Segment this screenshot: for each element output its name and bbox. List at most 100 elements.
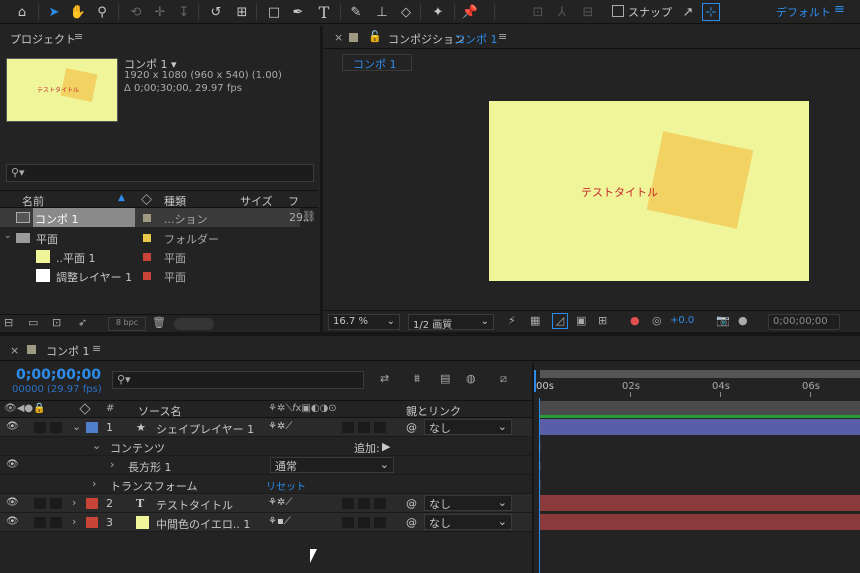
- layer-row[interactable]: 👁 › 2 T テストタイトル ⚘✲⟋ @ なし ⌄: [0, 494, 532, 513]
- project-item-folder[interactable]: ⌄ 平面 フォルダー: [0, 228, 300, 247]
- expand-chevron-icon[interactable]: ›: [110, 458, 114, 471]
- dolly-icon[interactable]: ↧: [174, 2, 194, 22]
- add-icon[interactable]: ▶: [382, 440, 390, 453]
- col-type[interactable]: 種類: [164, 193, 186, 209]
- label-column-icon[interactable]: [79, 403, 91, 415]
- expand-chevron-icon[interactable]: ›: [92, 477, 96, 490]
- hand-tool-icon[interactable]: ✋: [68, 2, 88, 22]
- expand-chevron-icon[interactable]: ⌄: [72, 420, 81, 433]
- anchor-tool-icon[interactable]: ⊞: [232, 2, 252, 22]
- eye-icon[interactable]: 👁: [6, 516, 19, 527]
- pickwhip-icon[interactable]: @: [406, 516, 417, 529]
- new-folder-icon[interactable]: ▭: [28, 316, 38, 329]
- eye-icon[interactable]: 👁: [6, 421, 19, 432]
- scroll-thumb[interactable]: [174, 318, 214, 330]
- exposure-value[interactable]: +0.0: [670, 315, 694, 326]
- expand-chevron-icon[interactable]: ›: [72, 496, 76, 509]
- layer-name[interactable]: テストタイトル: [156, 497, 233, 513]
- layer-duration-bar[interactable]: [540, 514, 860, 530]
- rotate-3d-icon[interactable]: ⟲: [126, 2, 146, 22]
- label-swatch[interactable]: [86, 517, 98, 528]
- timeline-search-input[interactable]: ⚲▾: [112, 371, 364, 389]
- layer-name[interactable]: 中間色のイエロ.. 1: [156, 516, 250, 532]
- solo-cell[interactable]: [34, 517, 46, 528]
- switch-cell[interactable]: [358, 422, 370, 433]
- bpc-button[interactable]: 8 bpc: [108, 317, 146, 331]
- close-tab-icon[interactable]: ×: [10, 344, 19, 357]
- stamp-tool-icon[interactable]: ⊥: [372, 2, 392, 22]
- layer-row[interactable]: 👁 › 3 中間色のイエロ.. 1 ⚘▪⟋ @ なし ⌄: [0, 513, 532, 532]
- layer-row[interactable]: 👁 ⌄ 1 ★ シェイプレイヤー 1 ⚘✲⟋ @ なし ⌄: [0, 418, 532, 437]
- parent-dropdown[interactable]: なし ⌄: [424, 419, 512, 435]
- label-swatch[interactable]: [86, 422, 98, 433]
- lock-icon[interactable]: 🔓: [368, 30, 382, 43]
- solo-cell[interactable]: [34, 422, 46, 433]
- snap-checkbox[interactable]: [612, 5, 624, 17]
- pickwhip-icon[interactable]: @: [406, 421, 417, 434]
- comp-breadcrumb[interactable]: コンポ 1: [342, 54, 412, 71]
- puppet-pin-icon[interactable]: 📌: [460, 2, 480, 22]
- zoom-dropdown[interactable]: 16.7 % ⌄: [328, 314, 400, 330]
- workspace-default[interactable]: デフォルト: [776, 4, 831, 20]
- transparency-grid-icon[interactable]: ▦: [530, 314, 540, 327]
- work-area-bar[interactable]: [540, 370, 860, 378]
- work-area-range[interactable]: [540, 401, 860, 415]
- property-group-row[interactable]: ⌄ コンテンツ 追加: ▶: [0, 437, 532, 456]
- expand-chevron-icon[interactable]: ⌄: [92, 439, 101, 452]
- parent-dropdown[interactable]: なし ⌄: [424, 514, 512, 530]
- project-search-input[interactable]: ⚲▾: [6, 164, 314, 182]
- workspace-menu-icon[interactable]: ≡: [834, 2, 845, 17]
- playhead-line[interactable]: [539, 398, 540, 573]
- label-swatch[interactable]: [86, 498, 98, 509]
- lock-cell[interactable]: [50, 498, 62, 509]
- layer-name[interactable]: シェイプレイヤー 1: [156, 421, 254, 437]
- layer-duration-bar[interactable]: [540, 419, 860, 435]
- layer-switches[interactable]: ⚘▪⟋: [268, 516, 291, 527]
- mask-visibility-icon[interactable]: ◿: [552, 313, 568, 329]
- add-label[interactable]: 追加:: [354, 440, 380, 456]
- switch-cell[interactable]: [374, 498, 386, 509]
- panel-menu-icon[interactable]: ≡: [498, 30, 507, 43]
- rectangle-tool-icon[interactable]: □: [264, 2, 284, 22]
- guides-icon[interactable]: ⊞: [598, 314, 607, 327]
- pickwhip-icon[interactable]: @: [406, 497, 417, 510]
- selection-tool-icon[interactable]: ➤: [44, 2, 64, 22]
- axis-icon[interactable]: ⅄: [552, 2, 572, 22]
- pipeline-icon[interactable]: ➶: [78, 316, 87, 329]
- trash-icon[interactable]: 🗑: [152, 316, 166, 329]
- switch-cell[interactable]: [342, 422, 354, 433]
- snapshot-icon[interactable]: 📷: [716, 314, 730, 327]
- pen-tool-icon[interactable]: ✒: [288, 2, 308, 22]
- label-swatch[interactable]: [143, 253, 151, 261]
- panel-menu-icon[interactable]: ≡: [92, 342, 101, 355]
- reset-link[interactable]: リセット: [266, 478, 306, 493]
- region-of-interest-icon[interactable]: ▣: [576, 314, 586, 327]
- col-size[interactable]: サイズ: [240, 193, 273, 209]
- snap-edges-icon[interactable]: ↗: [678, 2, 698, 22]
- viewer-timecode[interactable]: 0;00;00;00: [768, 314, 840, 330]
- parent-dropdown[interactable]: なし ⌄: [424, 495, 512, 511]
- col-source-name[interactable]: ソース名: [138, 403, 181, 419]
- align-icon[interactable]: ⊡: [528, 2, 548, 22]
- project-item-adjustment[interactable]: 調整レイヤー 1 平面: [0, 266, 300, 285]
- close-tab-icon[interactable]: ×: [334, 31, 343, 44]
- rotation-tool-icon[interactable]: ↺: [206, 2, 226, 22]
- playhead-handle[interactable]: [534, 370, 544, 400]
- switch-cell[interactable]: [374, 517, 386, 528]
- av-features-icons[interactable]: 👁◀●🔒: [4, 403, 46, 414]
- eye-icon[interactable]: 👁: [6, 459, 19, 470]
- property-group-row[interactable]: › トランスフォーム リセット: [0, 475, 532, 494]
- interpret-footage-icon[interactable]: ⊟: [4, 316, 13, 329]
- roto-brush-icon[interactable]: ✦: [428, 2, 448, 22]
- layer-duration-bar[interactable]: [540, 495, 860, 511]
- flowchart-icon[interactable]: ⛓: [302, 210, 316, 223]
- label-swatch[interactable]: [143, 214, 151, 222]
- expand-chevron-icon[interactable]: ›: [72, 515, 76, 528]
- frame-blending-icon[interactable]: ▤: [440, 372, 450, 385]
- shy-layers-icon[interactable]: ⩩: [414, 372, 420, 386]
- eraser-tool-icon[interactable]: ◇: [396, 2, 416, 22]
- panel-menu-icon[interactable]: ≡: [74, 30, 83, 43]
- switch-cell[interactable]: [358, 517, 370, 528]
- label-swatch[interactable]: [143, 234, 151, 242]
- motion-blur-icon[interactable]: ◍: [466, 372, 476, 385]
